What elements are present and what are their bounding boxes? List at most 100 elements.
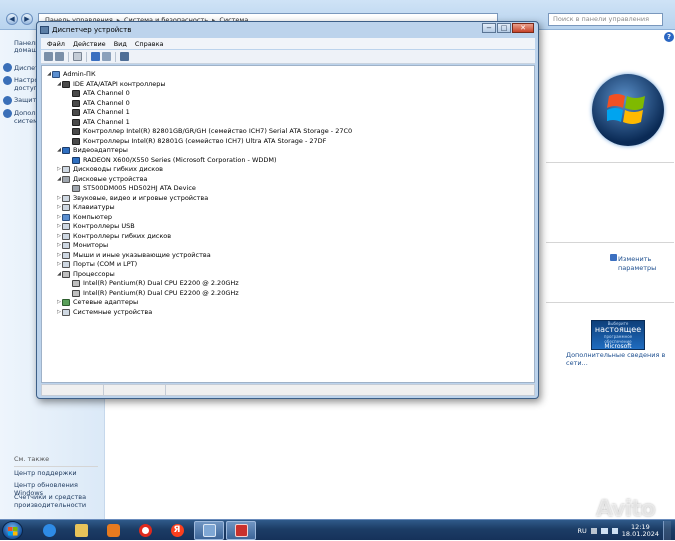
clock[interactable]: 12:19 18.01.2024 <box>622 524 659 538</box>
language-indicator[interactable]: RU <box>578 527 587 535</box>
yandex-browser-icon <box>139 524 152 537</box>
back-arrow-icon[interactable] <box>44 52 53 61</box>
device-manager-icon <box>40 26 49 34</box>
tree-node[interactable]: ▷Мониторы <box>56 241 108 250</box>
show-desktop-button[interactable] <box>663 521 671 540</box>
sidebar-link-home-cont[interactable]: домаш <box>14 46 37 54</box>
forward-arrow-icon[interactable]: ▶ <box>21 13 33 25</box>
taskbar-internet-explorer[interactable] <box>34 521 64 540</box>
maximize-button[interactable]: □ <box>497 23 511 33</box>
tree-node[interactable]: ◢Admin-ПК <box>46 70 96 79</box>
sidebar-link-performance[interactable]: Счетчики и средства <box>14 493 86 501</box>
window-title-text: Диспетчер устройств <box>52 26 131 34</box>
keyboard-icon <box>62 204 70 211</box>
sidebar-link-advanced-cont[interactable]: систем <box>14 117 38 125</box>
tree-node[interactable]: Контроллер Intel(R) 82801GB/GR/GH (семей… <box>66 127 352 136</box>
tree-node[interactable]: ▷Клавиатуры <box>56 203 115 212</box>
toolbar-separator <box>115 52 116 62</box>
network-icon[interactable] <box>601 528 608 534</box>
tree-node[interactable]: ST500DM005 HD502HJ ATA Device <box>66 184 196 193</box>
scan-hardware-icon[interactable] <box>120 52 129 61</box>
minimize-button[interactable]: − <box>482 23 496 33</box>
monitor-icon <box>62 242 70 249</box>
close-button[interactable]: ✕ <box>512 23 534 33</box>
tree-node[interactable]: ◢Процессоры <box>56 270 115 279</box>
tree-node[interactable]: ▷Сетевые адаптеры <box>56 298 138 307</box>
mouse-icon <box>62 252 70 259</box>
back-arrow-icon[interactable]: ◀ <box>6 13 18 25</box>
forward-arrow-icon[interactable] <box>55 52 64 61</box>
taskbar-file-explorer[interactable] <box>66 521 96 540</box>
tree-node[interactable]: Intel(R) Pentium(R) Dual CPU E2200 @ 2.2… <box>66 279 239 288</box>
sidebar-link-performance-cont[interactable]: производительности <box>14 501 86 509</box>
tree-node[interactable]: ATA Channel 1 <box>66 108 130 117</box>
tree-node[interactable]: ◢IDE ATA/ATAPI контроллеры <box>56 80 166 89</box>
menu-action[interactable]: Действие <box>73 40 106 48</box>
tree-node[interactable]: ◢Дисковые устройства <box>56 175 148 184</box>
ide-controller-icon <box>72 119 80 126</box>
status-pane <box>104 385 166 395</box>
window-title: Диспетчер устройств <box>40 24 131 36</box>
tree-node[interactable]: ▷Мыши и иные указывающие устройства <box>56 251 211 260</box>
more-info-link[interactable]: Дополнительные сведения в сети... <box>566 351 675 367</box>
toolbar <box>41 50 535 64</box>
genuine-microsoft-badge[interactable]: Выберите настоящее программное обеспечен… <box>591 320 645 350</box>
taskbar-yandex-browser[interactable] <box>130 521 160 540</box>
ide-controller-icon <box>72 100 80 107</box>
sound-device-icon <box>62 195 70 202</box>
menu-help[interactable]: Справка <box>135 40 164 48</box>
tree-node[interactable]: ▷Порты (COM и LPT) <box>56 260 137 269</box>
tree-node-label: ATA Channel 0 <box>83 99 130 108</box>
properties-icon[interactable] <box>73 52 82 61</box>
taskbar-device-manager[interactable] <box>226 521 256 540</box>
tree-node[interactable]: ▷Звуковые, видео и игровые устройства <box>56 194 208 203</box>
tree-node-label: Контроллер Intel(R) 82801GB/GR/GH (семей… <box>83 127 352 136</box>
file-explorer-icon <box>75 524 88 537</box>
ide-controller-icon <box>62 81 70 88</box>
tree-node[interactable]: Intel(R) Pentium(R) Dual CPU E2200 @ 2.2… <box>66 289 239 298</box>
tree-node-label: Звуковые, видео и игровые устройства <box>73 194 208 203</box>
tree-node[interactable]: ▷Системные устройства <box>56 308 152 317</box>
search-input[interactable]: Поиск в панели управления <box>548 13 663 26</box>
change-settings-link[interactable]: Изменить параметры <box>610 254 656 273</box>
tree-node-label: ATA Channel 1 <box>83 108 130 117</box>
help-icon[interactable]: ? <box>664 32 674 42</box>
status-pane <box>166 385 534 395</box>
help-icon[interactable] <box>91 52 100 61</box>
tree-node[interactable]: ▷Компьютер <box>56 213 112 222</box>
change-settings-label: Изменить <box>618 255 651 263</box>
divider <box>546 162 674 163</box>
tree-node[interactable]: ATA Channel 0 <box>66 89 130 98</box>
sidebar-link-remote[interactable]: Настро <box>14 76 38 84</box>
internet-explorer-icon <box>43 524 56 537</box>
tree-node[interactable]: ◢Видеоадаптеры <box>56 146 128 155</box>
flag-icon[interactable] <box>591 528 597 534</box>
divider <box>546 302 674 303</box>
device-manager-window: Диспетчер устройств − □ ✕ Файл Действие … <box>36 21 539 399</box>
tree-node-label: Контроллеры Intel(R) 82801G (семейство I… <box>83 137 326 146</box>
toolbar-separator <box>68 52 69 62</box>
tree-node[interactable]: ATA Channel 0 <box>66 99 130 108</box>
yandex-icon: Я <box>171 524 184 537</box>
tree-node[interactable]: ▷Контроллеры USB <box>56 222 135 231</box>
clock-date: 18.01.2024 <box>622 531 659 538</box>
tree-node[interactable]: ATA Channel 1 <box>66 118 130 127</box>
tree-node[interactable]: Контроллеры Intel(R) 82801G (семейство I… <box>66 137 326 146</box>
taskbar-media-player[interactable] <box>98 521 128 540</box>
shield-icon <box>3 96 12 105</box>
update-driver-icon[interactable] <box>102 52 111 61</box>
taskbar-yandex[interactable]: Я <box>162 521 192 540</box>
disk-drive-icon <box>72 185 80 192</box>
tree-node[interactable]: ▷Дисководы гибких дисков <box>56 165 163 174</box>
tree-node-label: Мыши и иные указывающие устройства <box>73 251 211 260</box>
volume-icon[interactable] <box>612 528 618 534</box>
media-player-icon <box>107 524 120 537</box>
taskbar-control-panel[interactable] <box>194 521 224 540</box>
tree-node[interactable]: RADEON X600/X550 Series (Microsoft Corpo… <box>66 156 277 165</box>
menu-file[interactable]: Файл <box>47 40 65 48</box>
tree-node[interactable]: ▷Контроллеры гибких дисков <box>56 232 171 241</box>
tree-node-label: Мониторы <box>73 241 108 250</box>
sidebar-link-action-center[interactable]: Центр поддержки <box>14 469 77 477</box>
menu-view[interactable]: Вид <box>114 40 127 48</box>
start-button[interactable] <box>2 521 23 540</box>
